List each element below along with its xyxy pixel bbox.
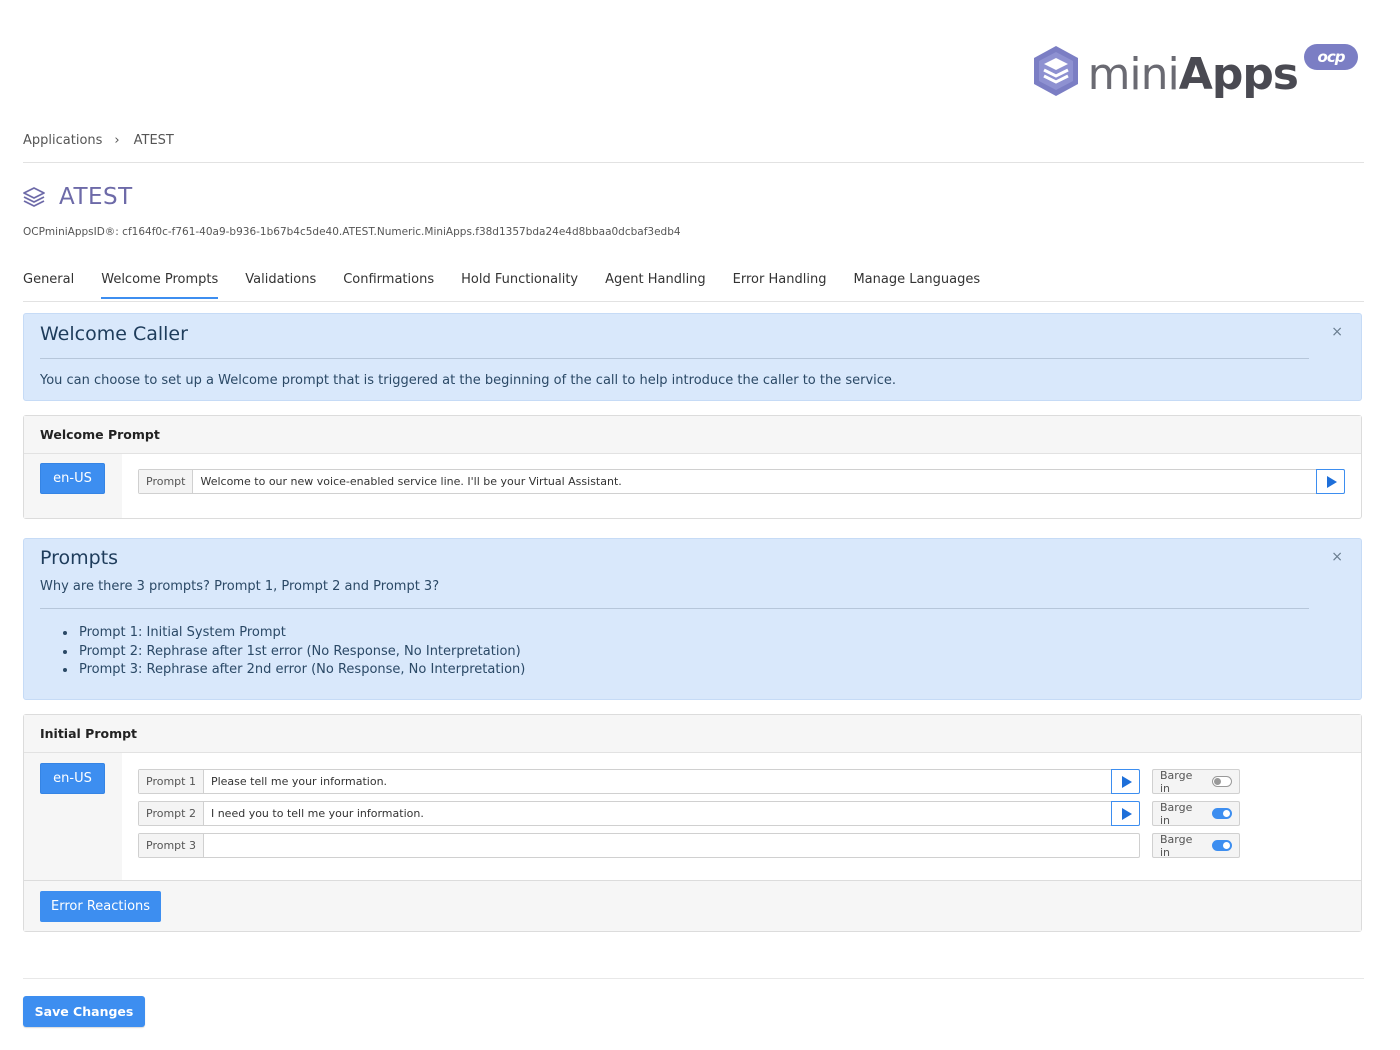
layers-icon xyxy=(23,187,45,207)
prompt-2-input[interactable]: I need you to tell me your information. xyxy=(204,802,1111,825)
tabs-divider xyxy=(23,301,1364,302)
language-button-en-us[interactable]: en-US xyxy=(40,463,105,494)
breadcrumb-applications-link[interactable]: Applications xyxy=(23,133,102,148)
play-button[interactable] xyxy=(1316,469,1345,494)
page-title: ATEST xyxy=(59,184,133,210)
close-icon[interactable]: × xyxy=(1331,324,1343,340)
card-body: en-US Prompt Welcome to our new voice-en… xyxy=(24,454,1361,518)
list-item: Prompt 2: Rephrase after 1st error (No R… xyxy=(77,643,525,662)
play-button[interactable] xyxy=(1111,801,1140,826)
card-header: Initial Prompt xyxy=(24,715,1361,753)
alert-title: Welcome Caller xyxy=(40,323,188,345)
breadcrumb: Applications › ATEST xyxy=(23,133,174,148)
tab-agent-handling[interactable]: Agent Handling xyxy=(605,272,706,299)
prompt-2-input-group: Prompt 2 I need you to tell me your info… xyxy=(138,801,1140,826)
prompt-3-input[interactable] xyxy=(204,834,1139,857)
tab-welcome-prompts[interactable]: Welcome Prompts xyxy=(101,272,219,299)
barge-in-toggle-1[interactable]: Barge in xyxy=(1152,768,1240,795)
chevron-right-icon: › xyxy=(114,133,120,148)
barge-in-label: Barge in xyxy=(1160,800,1193,827)
tab-manage-languages[interactable]: Manage Languages xyxy=(853,272,980,299)
language-column: en-US xyxy=(24,454,122,518)
language-column: en-US xyxy=(24,753,122,881)
language-button-en-us[interactable]: en-US xyxy=(40,763,105,794)
prompt-2-label: Prompt 2 xyxy=(139,802,204,825)
welcome-caller-alert: Welcome Caller × You can choose to set u… xyxy=(23,313,1362,401)
tab-validations[interactable]: Validations xyxy=(245,272,316,299)
welcome-prompt-card: Welcome Prompt en-US Prompt Welcome to o… xyxy=(23,415,1362,519)
barge-in-toggle-3[interactable]: Barge in xyxy=(1152,832,1240,859)
miniapps-logo: miniApps ocp xyxy=(1032,44,1358,98)
card-footer: Error Reactions xyxy=(24,880,1361,931)
alert-subtitle: Why are there 3 prompts? Prompt 1, Promp… xyxy=(40,579,440,594)
alert-divider xyxy=(40,358,1309,359)
play-button[interactable] xyxy=(1111,769,1140,794)
list-item: Prompt 1: Initial System Prompt xyxy=(77,624,525,643)
alert-divider xyxy=(40,608,1309,609)
play-icon xyxy=(1121,807,1132,820)
alert-title: Prompts xyxy=(40,547,119,569)
prompt-1-input[interactable]: Please tell me your information. xyxy=(204,770,1111,793)
card-body: en-US Prompt 1 Please tell me your infor… xyxy=(24,753,1361,881)
app-id-text: OCPminiAppsID®: cf164f0c-f761-40a9-b936-… xyxy=(23,226,681,238)
alert-text: You can choose to set up a Welcome promp… xyxy=(40,373,897,388)
tab-general[interactable]: General xyxy=(23,272,74,299)
toggle-switch-on[interactable] xyxy=(1212,808,1232,819)
toggle-switch-on[interactable] xyxy=(1212,840,1232,851)
initial-prompt-card: Initial Prompt en-US Prompt 1 Please tel… xyxy=(23,714,1362,932)
divider xyxy=(23,162,1364,163)
barge-in-toggle-2[interactable]: Barge in xyxy=(1152,800,1240,827)
logo-wordmark: miniApps xyxy=(1087,49,1299,100)
list-item: Prompt 3: Rephrase after 2nd error (No R… xyxy=(77,661,525,680)
tab-error-handling[interactable]: Error Handling xyxy=(733,272,827,299)
close-icon[interactable]: × xyxy=(1331,549,1343,565)
barge-in-label: Barge in xyxy=(1160,768,1193,795)
logo-badge: ocp xyxy=(1304,44,1358,70)
tab-bar: General Welcome Prompts Validations Conf… xyxy=(23,272,1007,299)
divider xyxy=(23,978,1364,979)
tab-confirmations[interactable]: Confirmations xyxy=(343,272,434,299)
prompt-label: Prompt xyxy=(139,470,194,493)
prompts-list: Prompt 1: Initial System Prompt Prompt 2… xyxy=(77,624,525,680)
card-header: Welcome Prompt xyxy=(24,416,1361,454)
error-reactions-button[interactable]: Error Reactions xyxy=(40,891,162,922)
tab-hold-functionality[interactable]: Hold Functionality xyxy=(461,272,578,299)
save-changes-button[interactable]: Save Changes xyxy=(23,996,145,1027)
welcome-prompt-input[interactable]: Welcome to our new voice-enabled service… xyxy=(193,470,1316,493)
play-icon xyxy=(1121,775,1132,788)
toggle-switch-off[interactable] xyxy=(1212,776,1232,787)
barge-in-label: Barge in xyxy=(1160,832,1193,859)
prompts-alert: Prompts × Why are there 3 prompts? Promp… xyxy=(23,538,1362,700)
breadcrumb-current: ATEST xyxy=(133,133,174,148)
prompt-3-label: Prompt 3 xyxy=(139,834,204,857)
page-title-row: ATEST xyxy=(22,184,133,210)
layers-hexagon-icon xyxy=(1033,46,1078,96)
play-icon xyxy=(1326,475,1337,488)
prompt-3-input-group: Prompt 3 xyxy=(138,833,1140,858)
prompt-1-input-group: Prompt 1 Please tell me your information… xyxy=(138,769,1140,794)
prompt-1-label: Prompt 1 xyxy=(139,770,204,793)
welcome-prompt-input-group: Prompt Welcome to our new voice-enabled … xyxy=(138,469,1345,494)
